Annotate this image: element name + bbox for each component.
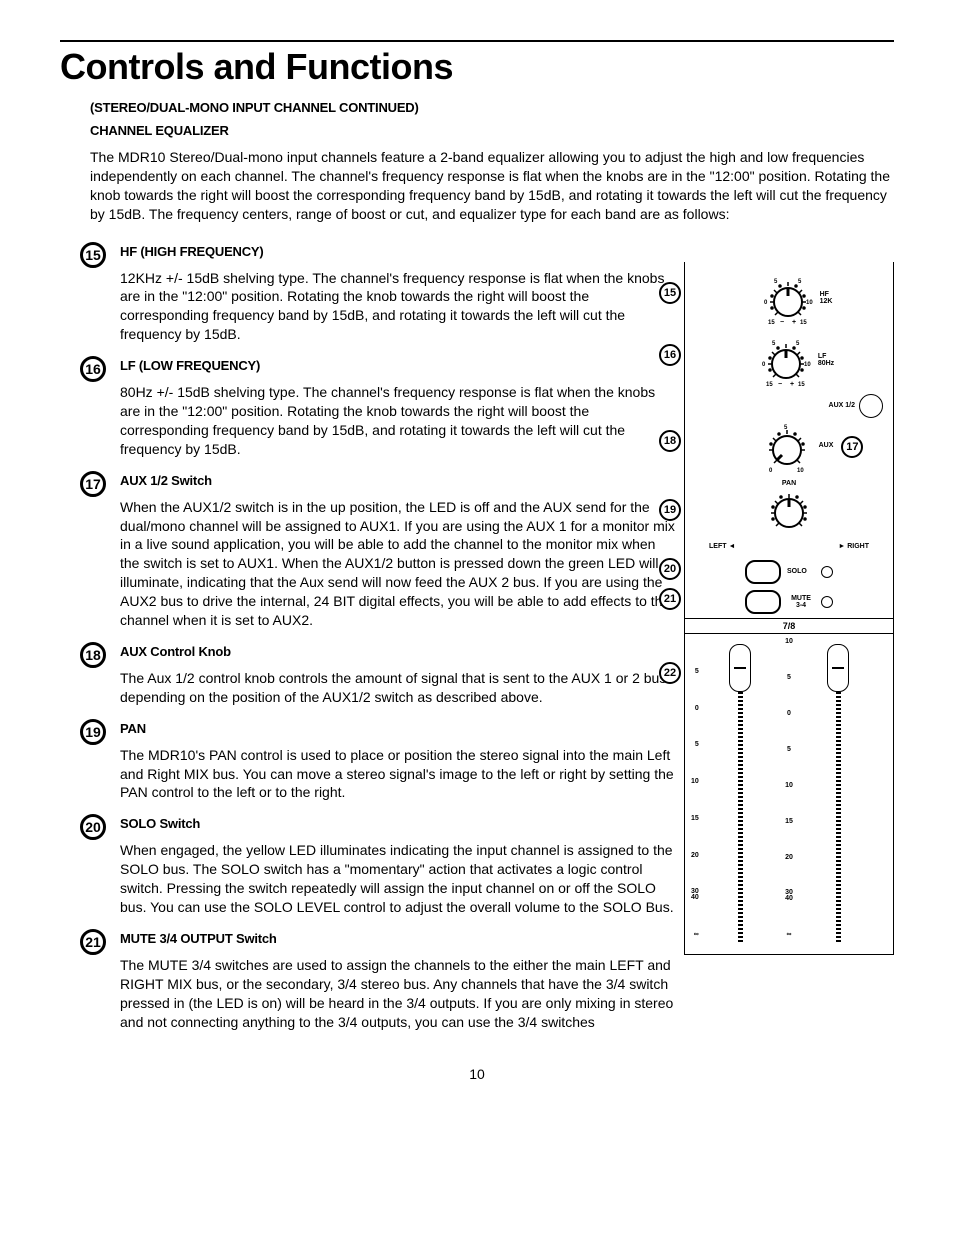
aux-knob-icon: 5 0 10 [759, 418, 815, 474]
item-18: 18 AUX Control Knob The Aux 1/2 control … [60, 644, 676, 707]
callout-19: 19 [659, 499, 681, 521]
marker-15: 15 [80, 242, 106, 268]
item-18-title: AUX Control Knob [120, 644, 676, 659]
marker-19: 19 [80, 719, 106, 745]
svg-text:10: 10 [806, 300, 813, 306]
mute-label: MUTE3-4 [787, 595, 815, 609]
item-20-body: When engaged, the yellow LED illuminates… [120, 841, 676, 917]
hf-label: HF12K [820, 291, 833, 305]
marker-18: 18 [80, 642, 106, 668]
aux12-label: AUX 1/2 [829, 402, 855, 409]
pan-right-label: ► RIGHT [838, 543, 869, 550]
callout-20: 20 [659, 558, 681, 580]
callout-15: 15 [659, 282, 681, 304]
svg-text:15: 15 [800, 320, 807, 326]
item-16-body: 80Hz +/- 15dB shelving type. The channel… [120, 383, 676, 459]
section-heading: CHANNEL EQUALIZER [90, 123, 894, 138]
callout-17: 17 [841, 436, 863, 458]
svg-text:+: + [792, 319, 796, 326]
item-15-body: 12KHz +/- 15dB shelving type. The channe… [120, 269, 676, 345]
item-19: 19 PAN The MDR10's PAN control is used t… [60, 721, 676, 803]
svg-text:+: + [790, 381, 794, 388]
fader-left [738, 644, 743, 944]
svg-text:5: 5 [798, 279, 802, 285]
solo-led-icon [821, 566, 833, 578]
aux12-switch-icon [859, 394, 883, 418]
svg-text:15: 15 [798, 382, 805, 388]
item-17-body: When the AUX1/2 switch is in the up posi… [120, 498, 676, 630]
lf-label: LF80Hz [818, 353, 834, 367]
page-number: 10 [60, 1066, 894, 1082]
item-21-title: MUTE 3/4 OUTPUT Switch [120, 931, 676, 946]
item-18-body: The Aux 1/2 control knob controls the am… [120, 669, 676, 707]
item-19-body: The MDR10's PAN control is used to place… [120, 746, 676, 803]
page-title: Controls and Functions [60, 46, 894, 88]
lf-knob-icon: 5 5 0 10 15 − + 15 [758, 332, 814, 388]
item-20: 20 SOLO Switch When engaged, the yellow … [60, 816, 676, 917]
top-rule [60, 40, 894, 42]
callout-16: 16 [659, 344, 681, 366]
fader-right [836, 644, 841, 944]
item-15-title: HF (HIGH FREQUENCY) [120, 244, 676, 259]
marker-16: 16 [80, 356, 106, 382]
intro-paragraph: The MDR10 Stereo/Dual-mono input channel… [90, 148, 894, 224]
marker-21: 21 [80, 929, 106, 955]
aux-side-label: AUX [819, 442, 834, 449]
svg-text:5: 5 [796, 341, 800, 347]
svg-text:10: 10 [797, 468, 804, 474]
fader-scale: 10 5 0 5 10 15 20 3040 ∞ [785, 638, 793, 938]
svg-text:15: 15 [768, 320, 775, 326]
svg-text:0: 0 [769, 468, 773, 474]
svg-text:5: 5 [772, 341, 776, 347]
svg-text:15: 15 [766, 382, 773, 388]
svg-text:0: 0 [762, 362, 766, 368]
mute-button-icon [745, 590, 781, 614]
mute-led-icon [821, 596, 833, 608]
pan-label: PAN [689, 480, 889, 487]
fader-cap-icon [827, 644, 849, 692]
item-21-body: The MUTE 3/4 switches are used to assign… [120, 956, 676, 1032]
item-16-title: LF (LOW FREQUENCY) [120, 358, 676, 373]
callout-21: 21 [659, 588, 681, 610]
svg-text:−: − [780, 319, 784, 326]
callout-22: 22 [659, 662, 681, 684]
items-column: 15 HF (HIGH FREQUENCY) 12KHz +/- 15dB sh… [60, 242, 676, 1046]
fader-cap-icon [729, 644, 751, 692]
hf-knob-icon: 5 5 0 10 15 − + 15 [760, 270, 816, 326]
item-15: 15 HF (HIGH FREQUENCY) 12KHz +/- 15dB sh… [60, 244, 676, 345]
channel-strip-figure: 15 [684, 242, 894, 955]
callout-18: 18 [659, 430, 681, 452]
svg-text:5: 5 [774, 279, 778, 285]
fader-scale-outer-left: 5 0 5 10 15 20 3040 ∞ [691, 638, 699, 938]
item-17: 17 AUX 1/2 Switch When the AUX1/2 switch… [60, 473, 676, 630]
svg-text:0: 0 [764, 300, 768, 306]
svg-text:10: 10 [804, 362, 811, 368]
continued-label: (STEREO/DUAL-MONO INPUT CHANNEL CONTINUE… [90, 100, 894, 115]
channel-label: 7/8 [685, 618, 893, 634]
pan-knob-icon [761, 487, 817, 543]
marker-17: 17 [80, 471, 106, 497]
pan-left-label: LEFT ◄ [709, 543, 735, 550]
solo-label: SOLO [787, 568, 815, 575]
marker-20: 20 [80, 814, 106, 840]
item-21: 21 MUTE 3/4 OUTPUT Switch The MUTE 3/4 s… [60, 931, 676, 1032]
item-16: 16 LF (LOW FREQUENCY) 80Hz +/- 15dB shel… [60, 358, 676, 459]
item-19-title: PAN [120, 721, 676, 736]
svg-text:−: − [778, 381, 782, 388]
solo-button-icon [745, 560, 781, 584]
item-17-title: AUX 1/2 Switch [120, 473, 676, 488]
item-20-title: SOLO Switch [120, 816, 676, 831]
